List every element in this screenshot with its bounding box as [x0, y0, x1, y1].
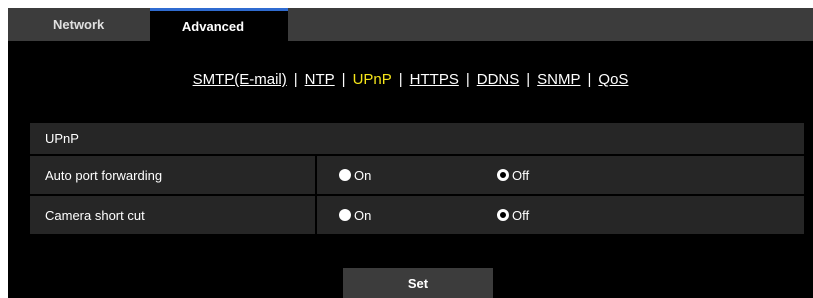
set-button[interactable]: Set — [343, 268, 493, 298]
subnav-separator: | — [398, 71, 403, 88]
setting-label-cell: Auto port forwarding — [30, 156, 315, 194]
tab-network-label: Network — [53, 17, 105, 32]
setting-row-auto-port-forwarding: Auto port forwarding On Off — [30, 156, 804, 194]
subnav-link-https[interactable]: HTTPS — [410, 71, 459, 88]
subnav-link-smtp[interactable]: SMTP(E-mail) — [193, 71, 287, 88]
radio-label: On — [354, 167, 372, 183]
subnav-separator: | — [293, 71, 298, 88]
camera-short-cut-on-radio[interactable]: On — [339, 196, 371, 234]
setting-label-cell: Camera short cut — [30, 196, 315, 234]
radio-label: On — [354, 207, 372, 223]
subnav-separator: | — [526, 71, 531, 88]
subnav-separator: | — [465, 71, 470, 88]
radio-label: Off — [512, 167, 530, 183]
radio-label: Off — [512, 207, 530, 223]
auto-port-forwarding-off-radio[interactable]: Off — [497, 156, 529, 194]
section-title: UPnP — [45, 131, 79, 146]
subnav-link-upnp[interactable]: UPnP — [353, 71, 392, 88]
setting-value-cell: On Off — [317, 156, 804, 194]
subnav-separator: | — [341, 71, 346, 88]
radio-unselected-icon — [339, 169, 351, 181]
subnav-link-qos[interactable]: QoS — [598, 71, 628, 88]
setting-row-camera-short-cut: Camera short cut On Off — [30, 196, 804, 234]
radio-selected-icon — [497, 169, 509, 181]
radio-unselected-icon — [339, 209, 351, 221]
settings-panel: Network Advanced SMTP(E-mail) | NTP | UPnP | H… — [8, 8, 813, 298]
subnav-link-snmp[interactable]: SNMP — [537, 71, 580, 88]
camera-short-cut-off-radio[interactable]: Off — [497, 196, 529, 234]
tab-bar: Network Advanced — [8, 8, 813, 41]
section-header: UPnP — [30, 123, 804, 154]
radio-selected-icon — [497, 209, 509, 221]
subnav-separator: | — [587, 71, 592, 88]
subnav-link-ddns[interactable]: DDNS — [477, 71, 520, 88]
subnav-link-ntp[interactable]: NTP — [305, 71, 335, 88]
tab-advanced-label: Advanced — [181, 19, 245, 34]
setting-label: Auto port forwarding — [45, 167, 163, 183]
setting-value-cell: On Off — [317, 196, 804, 234]
auto-port-forwarding-on-radio[interactable]: On — [339, 156, 371, 194]
sub-navigation: SMTP(E-mail) | NTP | UPnP | HTTPS | DDNS | SNMP | Qo… — [8, 71, 813, 88]
tab-network[interactable]: Network — [8, 8, 150, 41]
setting-label: Camera short cut — [45, 207, 145, 223]
tab-advanced[interactable]: Advanced — [150, 8, 288, 41]
